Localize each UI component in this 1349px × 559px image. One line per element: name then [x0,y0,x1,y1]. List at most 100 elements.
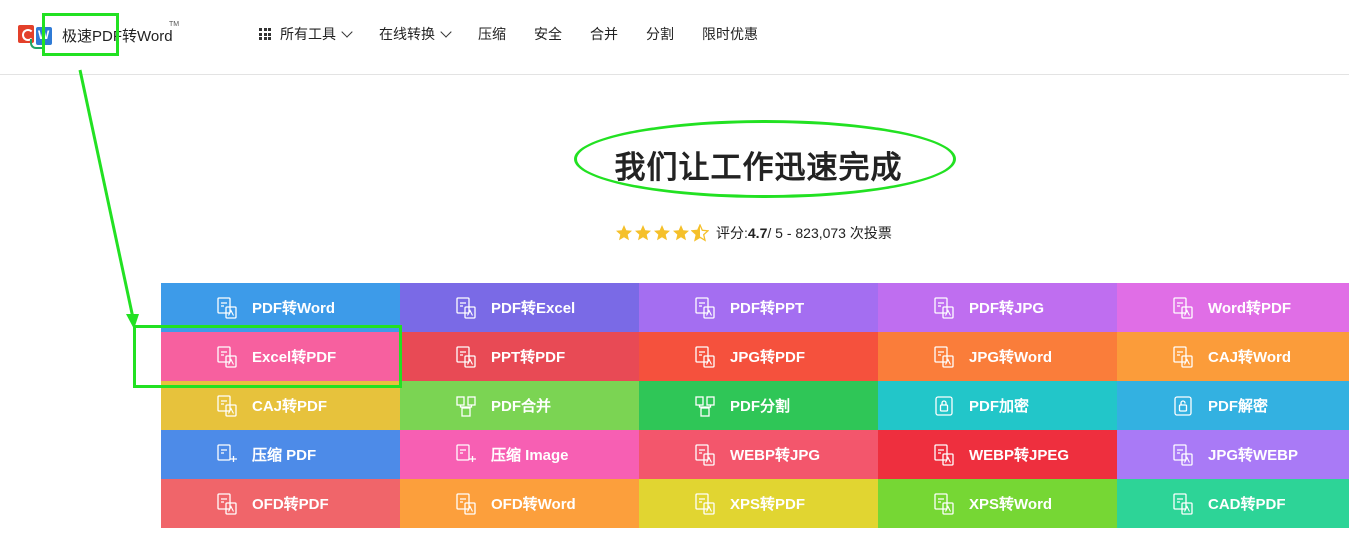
tool-pdf-to-ppt[interactable]: PDF转PPT [639,283,878,332]
tool-label: PDF合并 [491,398,552,415]
tool-pdf-split[interactable]: PDF分割 [639,381,878,430]
tool-pdf-merge[interactable]: PDF合并 [400,381,639,430]
pdf-decrypt-icon [1172,395,1194,417]
tool-ofd-to-pdf[interactable]: OFD转PDF [161,479,400,528]
pdf-to-ppt-icon [694,296,716,319]
tool-label: OFD转Word [491,496,576,513]
pdf-merge-icon [455,395,477,417]
caj-to-pdf-icon [216,394,238,417]
tool-label: XPS转PDF [730,496,806,513]
rating-score: 4.7 [747,225,768,241]
jpg-to-webp-icon [1172,443,1194,466]
pdf-to-word-icon [216,296,238,319]
word-to-pdf-icon [1172,296,1194,319]
tool-caj-to-pdf[interactable]: CAJ转PDF [161,381,400,430]
tools-grid: PDF转Word PDF转Excel PDF转PPT PDF转JPG Word转… [161,283,1349,528]
pdf-split-icon [694,395,716,417]
nav-item-label: 在线转换 [379,26,435,42]
jpg-to-word-icon [933,345,955,368]
rating-votes: / 5 - 823,073 次投票 [767,225,892,241]
annotation-box-logo [42,13,119,56]
webp-to-jpeg-icon [933,443,955,466]
ofd-to-word-icon [455,492,477,515]
ofd-to-pdf-icon [216,492,238,515]
annotation-ellipse [574,120,956,198]
star-icon [615,224,634,242]
tool-pdf-encrypt[interactable]: PDF加密 [878,381,1117,430]
tool-label: PDF解密 [1208,398,1269,415]
compress-image-icon [455,443,477,466]
star-icon [690,223,710,242]
nav-item-label: 安全 [534,26,562,42]
compress-pdf-icon [216,443,238,466]
tool-label: 压缩 Image [491,447,569,464]
pdf-to-jpg-icon [933,296,955,319]
nav-item-label: 分割 [646,26,674,42]
tool-pdf-to-excel[interactable]: PDF转Excel [400,283,639,332]
tool-label: PDF转Excel [491,300,576,317]
star-icon [634,224,653,242]
annotation-box-excel [133,325,402,388]
tool-pdf-to-jpg[interactable]: PDF转JPG [878,283,1117,332]
chevron-down-icon [341,25,353,38]
tool-label: XPS转Word [969,496,1053,513]
nav-item[interactable]: 合并 [590,24,618,44]
tool-label: WEBP转JPG [730,447,821,464]
nav-item[interactable]: 分割 [646,24,674,44]
site-header: 极速PDF转Word TM 所有工具在线转换压缩安全合并分割限时优惠 [0,0,1349,75]
trademark: TM [169,21,180,28]
xps-to-word-icon [933,492,955,515]
nav-item[interactable]: 所有工具 [259,24,353,44]
nav-item-label: 合并 [590,26,618,42]
rating-stars[interactable] [615,223,710,242]
tool-label: CAD转PDF [1208,496,1286,513]
nav-item[interactable]: 安全 [534,24,562,44]
tool-compress-pdf[interactable]: 压缩 PDF [161,430,400,479]
pdf-encrypt-icon [933,395,955,417]
tool-word-to-pdf[interactable]: Word转PDF [1117,283,1349,332]
tool-xps-to-word[interactable]: XPS转Word [878,479,1117,528]
nav-item-label: 压缩 [478,26,506,42]
tool-compress-image[interactable]: 压缩 Image [400,430,639,479]
tool-label: JPG转WEBP [1208,447,1299,464]
nav-item[interactable]: 限时优惠 [702,24,758,44]
tool-label: Word转PDF [1208,300,1292,317]
tool-label: PPT转PDF [491,349,566,366]
tool-ofd-to-word[interactable]: OFD转Word [400,479,639,528]
tool-label: PDF转JPG [969,300,1045,317]
tool-label: CAJ转Word [1208,349,1292,366]
webp-to-jpg-icon [694,443,716,466]
xps-to-pdf-icon [694,492,716,515]
star-icon [672,224,691,242]
main-nav: 所有工具 在线转换 压缩 安全 合并 分割 限时优惠 [259,22,786,46]
tool-cad-to-pdf[interactable]: CAD转PDF [1117,479,1349,528]
tool-label: WEBP转JPEG [969,447,1070,464]
tool-label: PDF转PPT [730,300,805,317]
tool-webp-to-jpeg[interactable]: WEBP转JPEG [878,430,1117,479]
jpg-to-pdf-icon [694,345,716,368]
grid-icon [259,28,271,40]
nav-item[interactable]: 压缩 [478,24,506,44]
tool-webp-to-jpg[interactable]: WEBP转JPG [639,430,878,479]
tool-label: PDF分割 [730,398,791,415]
nav-item[interactable]: 在线转换 [379,24,452,44]
tool-pdf-decrypt[interactable]: PDF解密 [1117,381,1349,430]
pdf-to-excel-icon [455,296,477,319]
nav-item-label: 限时优惠 [702,26,758,42]
tool-caj-to-word[interactable]: CAJ转Word [1117,332,1349,381]
cad-to-pdf-icon [1172,492,1194,515]
tool-label: CAJ转PDF [252,398,328,415]
tool-label: PDF加密 [969,398,1030,415]
tool-label: JPG转Word [969,349,1053,366]
tool-jpg-to-webp[interactable]: JPG转WEBP [1117,430,1349,479]
tool-jpg-to-pdf[interactable]: JPG转PDF [639,332,878,381]
rating: 评分: 4.7 / 5 - 823,073 次投票 [615,223,892,243]
tool-label: JPG转PDF [730,349,806,366]
tool-xps-to-pdf[interactable]: XPS转PDF [639,479,878,528]
rating-prefix: 评分: [716,225,748,241]
ppt-to-pdf-icon [455,345,477,368]
tool-label: OFD转PDF [252,496,329,513]
tool-jpg-to-word[interactable]: JPG转Word [878,332,1117,381]
star-icon [653,224,672,242]
tool-ppt-to-pdf[interactable]: PPT转PDF [400,332,639,381]
